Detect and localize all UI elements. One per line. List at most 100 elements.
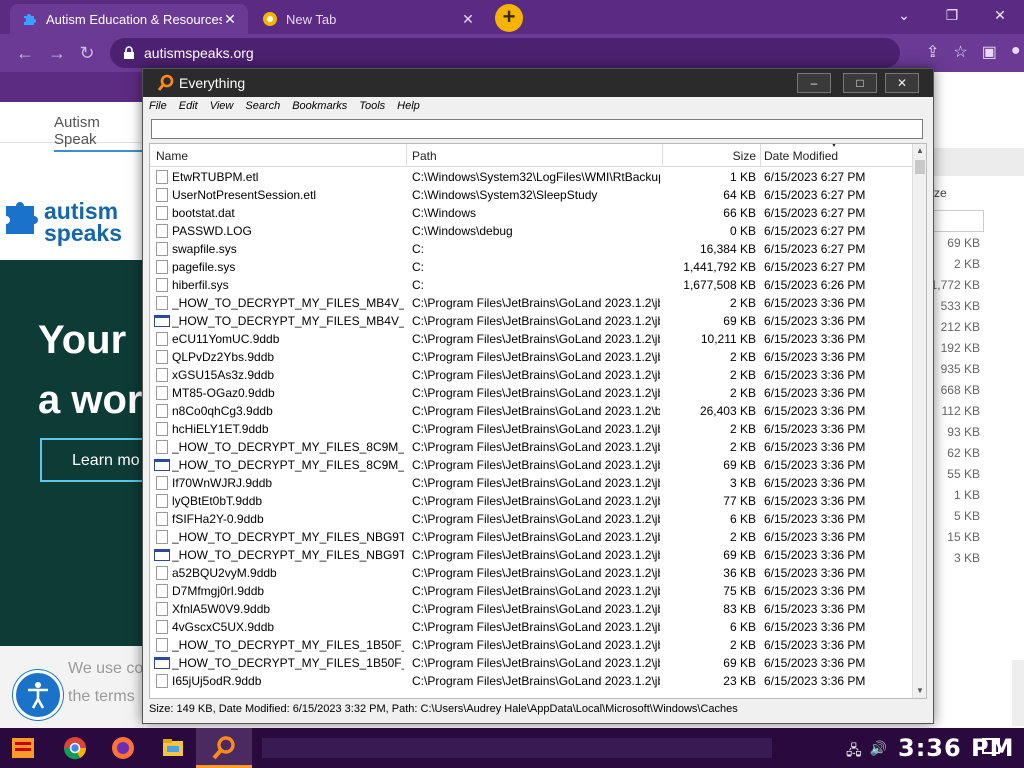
minimize-icon[interactable]: ⌄	[880, 0, 928, 30]
start-button-icon[interactable]	[6, 732, 40, 764]
file-icon	[156, 350, 168, 364]
site-nav-link[interactable]: Autism Speak	[54, 114, 144, 152]
table-row[interactable]: swapfile.sys C: 16,384 KB 6/15/2023 6:27 PM	[150, 240, 912, 258]
scroll-up-icon[interactable]: ▲	[913, 144, 926, 158]
table-row[interactable]: XfnlA5W0V9.9ddb C:\Program Files\JetBrain…	[150, 600, 912, 618]
back-arrow-icon[interactable]: ←	[14, 42, 36, 64]
table-row[interactable]: a52BQU2vyM.9ddb C:\Program Files\JetBrain…	[150, 564, 912, 582]
table-row[interactable]: _HOW_TO_DECRYPT_MY_FILES_8C9M_.txt C:\Pro…	[150, 438, 912, 456]
address-bar[interactable]: autismspeaks.org	[110, 38, 900, 68]
table-row[interactable]: _HOW_TO_DECRYPT_MY_FILES_1B50F_.txt C:\Pr…	[150, 636, 912, 654]
close-icon[interactable]: ✕	[976, 0, 1024, 30]
menu-item-edit[interactable]: Edit	[173, 97, 204, 117]
cell-path: C:\Windows\System32\LogFiles\WMI\RtBacku…	[412, 170, 660, 184]
forward-arrow-icon[interactable]: →	[46, 42, 68, 64]
file-icon	[156, 188, 168, 202]
cell-path: C:\Program Files\JetBrains\GoLand 2023.1…	[412, 548, 660, 562]
file-icon	[156, 440, 168, 454]
scroll-down-icon[interactable]: ▼	[913, 684, 926, 698]
everything-title-bar[interactable]: Everything – □ ✕	[143, 69, 933, 97]
maximize-button[interactable]: □	[843, 73, 877, 93]
explorer-input[interactable]	[932, 210, 984, 232]
table-row[interactable]: _HOW_TO_DECRYPT_MY_FILES_1B50F_.hta C:\Pr…	[150, 654, 912, 672]
cell-size: 1 KB	[729, 170, 756, 184]
results-scrollbar[interactable]: ▲ ▼	[912, 144, 926, 698]
table-row[interactable]: n8Co0qhCg3.9ddb C:\Program Files\JetBrain…	[150, 402, 912, 420]
table-row[interactable]: If70WnWJRJ.9ddb C:\Program Files\JetBrain…	[150, 474, 912, 492]
column-header-size[interactable]: Size	[670, 149, 756, 163]
table-row[interactable]: _HOW_TO_DECRYPT_MY_FILES_8C9M_.hta C:\Pro…	[150, 456, 912, 474]
table-row[interactable]: _HOW_TO_DECRYPT_MY_FILES_MB4V_.hta C:\Pro…	[150, 312, 912, 330]
table-row[interactable]: I65jUj5odR.9ddb C:\Program Files\JetBrain…	[150, 672, 912, 690]
table-row[interactable]: hiberfil.sys C: 1,677,508 KB 6/15/2023 6:26…	[150, 276, 912, 294]
table-row[interactable]: UserNotPresentSession.etl C:\Windows\Syst…	[150, 186, 912, 204]
column-header-name[interactable]: Name	[156, 149, 188, 163]
table-row[interactable]: xGSU15As3z.9ddb C:\Program Files\JetBrain…	[150, 366, 912, 384]
table-row[interactable]: MT85-OGaz0.9ddb C:\Program Files\JetBrain…	[150, 384, 912, 402]
file-icon	[156, 512, 168, 526]
restore-icon[interactable]: ❐	[928, 0, 976, 30]
cell-path: C:\Program Files\JetBrains\GoLand 2023.1…	[412, 656, 660, 670]
results-header: Name Path Size Date Modified ▼	[150, 144, 912, 167]
menu-item-file[interactable]: File	[143, 97, 173, 117]
table-row[interactable]: 4vGscxC5UX.9ddb C:\Program Files\JetBrain…	[150, 618, 912, 636]
table-row[interactable]: hcHiELY1ET.9ddb C:\Program Files\JetBrain…	[150, 420, 912, 438]
file-explorer-icon[interactable]	[158, 734, 188, 762]
cell-name: UserNotPresentSession.etl	[172, 188, 317, 202]
profile-avatar-icon[interactable]: ●	[1011, 42, 1021, 62]
share-icon[interactable]: ⇪	[926, 42, 939, 62]
notification-icon[interactable]	[982, 738, 1000, 754]
table-row[interactable]: bootstat.dat C:\Windows 66 KB 6/15/2023 6:2…	[150, 204, 912, 222]
new-tab-button[interactable]: +	[495, 4, 523, 32]
chrome-icon[interactable]	[60, 734, 90, 762]
cell-size: 2 KB	[729, 386, 756, 400]
everything-taskbar-button[interactable]	[196, 728, 252, 768]
menu-item-view[interactable]: View	[204, 97, 240, 117]
minimize-button[interactable]: –	[797, 73, 831, 93]
table-row[interactable]: EtwRTUBPM.etl C:\Windows\System32\LogFile…	[150, 168, 912, 186]
cell-path: C:\Program Files\JetBrains\GoLand 2023.1…	[412, 512, 660, 526]
column-header-date-modified[interactable]: Date Modified	[764, 149, 838, 163]
table-row[interactable]: eCU11YomUC.9ddb C:\Program Files\JetBrain…	[150, 330, 912, 348]
column-header-path[interactable]: Path	[412, 149, 437, 163]
hta-window-icon	[154, 549, 170, 561]
menu-item-bookmarks[interactable]: Bookmarks	[286, 97, 353, 117]
cell-size: 36 KB	[723, 566, 756, 580]
tab-close-icon[interactable]: ✕	[222, 11, 238, 27]
table-row[interactable]: _HOW_TO_DECRYPT_MY_FILES_MB4V_.txt C:\Pro…	[150, 294, 912, 312]
tab-title: Autism Education & Resources	[46, 11, 222, 27]
close-button[interactable]: ✕	[885, 73, 919, 93]
volume-icon[interactable]: 🔊	[870, 740, 887, 764]
menu-item-help[interactable]: Help	[391, 97, 426, 117]
menu-item-search[interactable]: Search	[239, 97, 286, 117]
scroll-thumb[interactable]	[915, 160, 925, 174]
table-row[interactable]: PASSWD.LOG C:\Windows\debug 0 KB 6/15/2023 …	[150, 222, 912, 240]
table-row[interactable]: D7Mfmgj0rI.9ddb C:\Program Files\JetBrain…	[150, 582, 912, 600]
reload-icon[interactable]: ↻	[76, 42, 98, 64]
cell-path: C:\Program Files\JetBrains\GoLand 2023.1…	[412, 368, 660, 382]
table-row[interactable]: QLPvDz2Ybs.9ddb C:\Program Files\JetBrain…	[150, 348, 912, 366]
cell-name: swapfile.sys	[172, 242, 237, 256]
tab-new-tab[interactable]: New Tab ✕	[250, 4, 486, 34]
firefox-icon[interactable]	[108, 734, 138, 762]
cell-date: 6/15/2023 3:36 PM	[764, 530, 866, 544]
table-row[interactable]: pagefile.sys C: 1,441,792 KB 6/15/2023 6:27…	[150, 258, 912, 276]
learn-more-button[interactable]: Learn mo	[40, 438, 144, 482]
autism-speaks-logo[interactable]: autism speaks	[0, 180, 144, 250]
background-scrollbar[interactable]	[1012, 660, 1024, 726]
tab-close-icon[interactable]: ✕	[460, 11, 476, 27]
cell-size: 69 KB	[723, 548, 756, 562]
accessibility-icon[interactable]	[13, 670, 63, 720]
file-icon	[156, 260, 168, 274]
table-row[interactable]: _HOW_TO_DECRYPT_MY_FILES_NBG9T_.txt C:\Pr…	[150, 528, 912, 546]
cell-name: hcHiELY1ET.9ddb	[172, 422, 269, 436]
side-panel-icon[interactable]: ▣	[982, 42, 997, 62]
bookmark-star-icon[interactable]: ☆	[953, 42, 967, 62]
tab-autism-education[interactable]: Autism Education & Resources ✕	[10, 4, 248, 34]
table-row[interactable]: lyQBtEt0bT.9ddb C:\Program Files\JetBrain…	[150, 492, 912, 510]
table-row[interactable]: fSIFHa2Y-0.9ddb C:\Program Files\JetBrain…	[150, 510, 912, 528]
menu-item-tools[interactable]: Tools	[353, 97, 391, 117]
table-row[interactable]: _HOW_TO_DECRYPT_MY_FILES_NBG9T_.hta C:\Pr…	[150, 546, 912, 564]
network-icon[interactable]: 🖧	[846, 740, 862, 764]
search-input[interactable]	[151, 119, 923, 139]
